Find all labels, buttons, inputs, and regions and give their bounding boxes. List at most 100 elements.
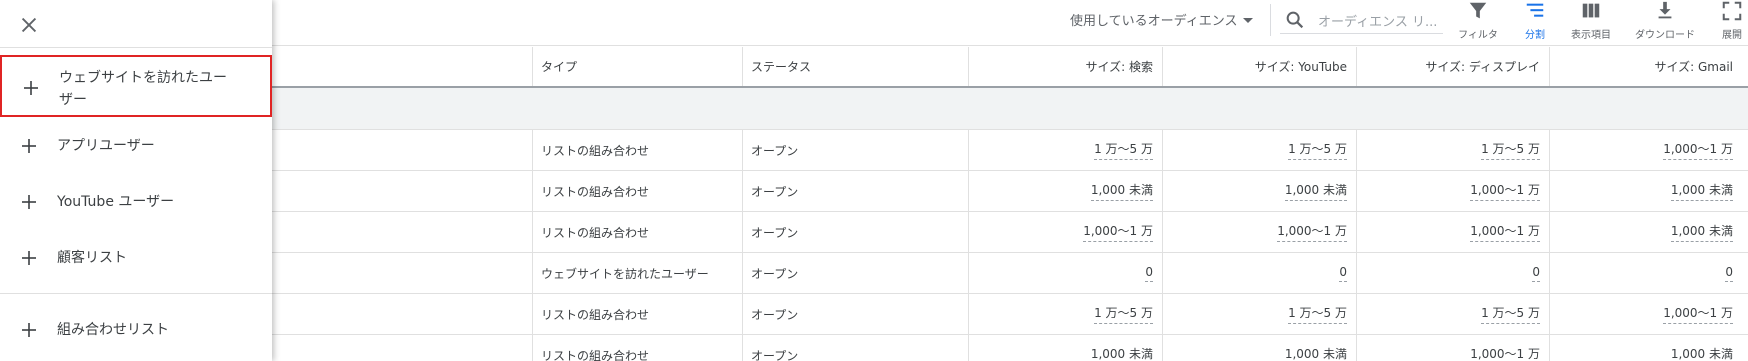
cell-status: オープン — [742, 171, 968, 211]
cell-size-youtube-value[interactable]: 1 万～5 万 — [1288, 304, 1347, 324]
cell-size-search-value[interactable]: 1 万～5 万 — [1094, 304, 1153, 324]
header-size-gmail[interactable]: サイズ: Gmail — [1549, 47, 1742, 86]
search-underline — [1280, 33, 1443, 34]
cell-size-search-value[interactable]: 0 — [1145, 265, 1153, 282]
cell-size-gmail: 1,000～1 万 — [1549, 294, 1742, 334]
cell-size-display-value[interactable]: 1,000～1 万 — [1470, 222, 1540, 242]
cell-size-gmail-value[interactable]: 1,000～1 万 — [1663, 304, 1733, 324]
cell-size-youtube-value[interactable]: 1,000 未満 — [1285, 345, 1347, 361]
plus-icon — [22, 323, 36, 337]
search-icon — [1286, 11, 1304, 29]
cell-size-display-value[interactable]: 1,000～1 万 — [1470, 181, 1540, 201]
audience-select[interactable]: 使用しているオーディエンス — [1070, 10, 1254, 29]
segment-icon — [1526, 3, 1544, 17]
cell-type-value: リストの組み合わせ — [541, 225, 650, 240]
cell-size-search: 1,000 未満 — [968, 171, 1162, 211]
cell-status-value: オープン — [751, 266, 799, 281]
cell-size-search: 0 — [968, 253, 1162, 293]
cell-size-search-value[interactable]: 1,000 未満 — [1090, 181, 1153, 201]
website-visitors-label: ウェブサイトを訪れたユー ザー — [59, 70, 227, 108]
app-users-label: アプリユーザー — [57, 138, 155, 154]
cell-status-value: オープン — [751, 184, 799, 199]
cell-status: オープン — [742, 212, 968, 252]
cell-size-display-value[interactable]: 1 万～5 万 — [1481, 140, 1540, 160]
cell-status: オープン — [742, 294, 968, 334]
filter-icon — [1469, 2, 1487, 19]
cell-size-display-value[interactable]: 1,000～1 万 — [1470, 345, 1540, 361]
plus-icon — [22, 195, 36, 209]
website-visitors-item[interactable]: ウェブサイトを訪れたユー ザー — [0, 55, 272, 117]
cell-size-gmail-value[interactable]: 1,000～1 万 — [1663, 140, 1733, 160]
header-type[interactable]: タイプ — [532, 47, 742, 86]
cell-size-gmail-value[interactable]: 1,000 未満 — [1670, 181, 1733, 201]
cell-size-display: 1,000～1 万 — [1356, 171, 1549, 211]
header-size-youtube[interactable]: サイズ: YouTube — [1162, 47, 1356, 86]
app-users-item[interactable]: アプリユーザー — [0, 133, 272, 159]
segment-label: 分割 — [1525, 30, 1545, 41]
cell-size-search: 1 万～5 万 — [968, 294, 1162, 334]
plus-icon — [22, 251, 36, 265]
cell-type-value: ウェブサイトを訪れたユーザー — [541, 266, 709, 281]
cell-size-gmail-value[interactable]: 0 — [1725, 265, 1733, 282]
close-icon[interactable] — [18, 14, 40, 36]
cell-type-value: リストの組み合わせ — [541, 143, 650, 158]
drawer-divider — [0, 47, 272, 48]
cell-size-display-value[interactable]: 1 万～5 万 — [1481, 304, 1540, 324]
cell-type-value: リストの組み合わせ — [541, 307, 650, 322]
download-label: ダウンロード — [1635, 30, 1695, 41]
cell-type-value: リストの組み合わせ — [541, 184, 650, 199]
cell-status: オープン — [742, 335, 968, 361]
customer-list-item[interactable]: 顧客リスト — [0, 245, 272, 271]
expand-icon — [1722, 1, 1742, 21]
cell-size-youtube-value[interactable]: 0 — [1339, 265, 1347, 282]
cell-size-search: 1,000～1 万 — [968, 212, 1162, 252]
cell-type: リストの組み合わせ — [532, 294, 742, 334]
search-input[interactable]: オーディエンス リ... — [1318, 11, 1437, 30]
download-icon — [1658, 1, 1672, 19]
drawer-section-divider — [0, 293, 272, 294]
cell-type-value: リストの組み合わせ — [541, 348, 650, 361]
header-status[interactable]: ステータス — [742, 47, 968, 86]
cell-size-gmail: 0 — [1549, 253, 1742, 293]
cell-size-youtube: 1 万～5 万 — [1162, 294, 1356, 334]
filter-button[interactable]: フィルタ — [1450, 0, 1506, 41]
cell-status-value: オープン — [751, 225, 799, 240]
cell-size-gmail: 1,000 未満 — [1549, 212, 1742, 252]
combined-list-item[interactable]: 組み合わせリスト — [0, 317, 272, 343]
cell-size-gmail-value[interactable]: 1,000 未満 — [1670, 222, 1733, 242]
cell-size-gmail-value[interactable]: 1,000 未満 — [1671, 345, 1733, 361]
cell-status-value: オープン — [751, 348, 799, 361]
plus-icon — [24, 81, 38, 95]
expand-button[interactable]: 展開 — [1704, 0, 1748, 41]
cell-size-youtube: 1,000 未満 — [1162, 335, 1356, 361]
cell-size-youtube-value[interactable]: 1,000 未満 — [1284, 181, 1347, 201]
cell-status: オープン — [742, 130, 968, 170]
cell-size-display: 1 万～5 万 — [1356, 130, 1549, 170]
cell-size-youtube-value[interactable]: 1 万～5 万 — [1288, 140, 1347, 160]
cell-size-search-value[interactable]: 1 万～5 万 — [1094, 140, 1153, 160]
cell-size-gmail: 1,000 未満 — [1549, 335, 1742, 361]
cell-size-display-value[interactable]: 0 — [1532, 265, 1540, 282]
toolbar-divider — [1270, 4, 1271, 36]
columns-button[interactable]: 表示項目 — [1563, 0, 1619, 41]
cell-size-display: 1 万～5 万 — [1356, 294, 1549, 334]
cell-size-gmail: 1,000 未満 — [1549, 171, 1742, 211]
cell-size-display: 0 — [1356, 253, 1549, 293]
segment-button[interactable]: 分割 — [1507, 0, 1563, 41]
cell-size-search-value[interactable]: 1,000 未満 — [1091, 345, 1153, 361]
columns-label: 表示項目 — [1571, 30, 1611, 41]
cell-size-display: 1,000～1 万 — [1356, 212, 1549, 252]
header-size-search[interactable]: サイズ: 検索 — [968, 47, 1162, 86]
cell-size-youtube: 0 — [1162, 253, 1356, 293]
cell-size-youtube-value[interactable]: 1,000～1 万 — [1277, 222, 1347, 242]
cell-size-search: 1 万～5 万 — [968, 130, 1162, 170]
columns-icon — [1582, 3, 1600, 18]
create-audience-drawer: ウェブサイトを訪れたユー ザー アプリユーザー YouTube ユーザー 顧客リ… — [0, 0, 272, 361]
download-button[interactable]: ダウンロード — [1635, 0, 1695, 41]
cell-size-search-value[interactable]: 1,000～1 万 — [1083, 222, 1153, 242]
search-box[interactable]: オーディエンス リ... — [1284, 8, 1444, 32]
youtube-users-item[interactable]: YouTube ユーザー — [0, 189, 272, 215]
cell-size-display: 1,000～1 万 — [1356, 335, 1549, 361]
cell-size-gmail: 1,000～1 万 — [1549, 130, 1742, 170]
header-size-display[interactable]: サイズ: ディスプレイ — [1356, 47, 1549, 86]
